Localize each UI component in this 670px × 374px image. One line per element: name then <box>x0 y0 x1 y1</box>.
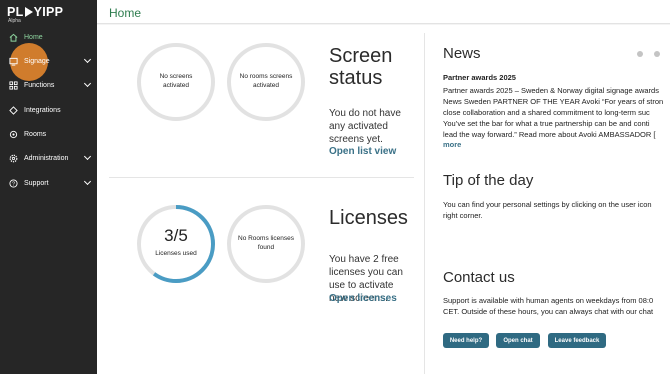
news-title: News <box>443 45 481 62</box>
signage-icon <box>8 56 18 66</box>
sidebar-item-label: Signage <box>24 57 50 65</box>
tip-line: You can find your personal settings by c… <box>443 200 652 209</box>
news-line: News Sweden PARTNER OF THE YEAR Avoki “F… <box>443 97 664 106</box>
page-title: Home <box>109 6 142 20</box>
gear-icon <box>8 153 18 163</box>
sidebar-item-integrations[interactable]: Integrations <box>0 100 97 120</box>
rooms-icon <box>8 129 18 139</box>
rooms-licenses-circle: No Rooms licenses found <box>227 205 305 283</box>
sidebar-item-rooms[interactable]: Rooms <box>0 124 97 144</box>
top-bar: Home <box>97 0 670 24</box>
screen-status-text: You do not have any activated screens ye… <box>329 108 401 145</box>
sidebar-item-label: Rooms <box>24 130 47 138</box>
leave-feedback-button[interactable]: Leave feedback <box>548 333 606 348</box>
need-help-button[interactable]: Need help? <box>443 333 489 348</box>
sidebar-item-label: Functions <box>24 81 55 89</box>
chevron-down-icon <box>83 177 92 186</box>
rooms-status-circle: No rooms screens activated <box>227 43 305 121</box>
news-headline: Partner awards 2025 <box>443 73 516 82</box>
sidebar-item-support[interactable]: ? Support <box>0 173 97 193</box>
chevron-down-icon <box>83 152 92 161</box>
open-chat-button[interactable]: Open chat <box>496 333 540 348</box>
sidebar-item-functions[interactable]: Functions <box>0 75 97 95</box>
contact-title: Contact us <box>443 269 515 286</box>
logo-text-right: YIPP <box>33 5 64 19</box>
chevron-down-icon <box>83 79 92 88</box>
sidebar: PL YIPP Alpha Home Signage Functions Int… <box>0 0 97 374</box>
sidebar-item-signage[interactable]: Signage <box>0 51 97 71</box>
help-icon: ? <box>8 178 18 188</box>
integrations-icon <box>8 105 18 115</box>
section-divider <box>109 177 414 178</box>
screens-status-text: No screens activated <box>159 73 193 89</box>
licenses-used-value: 3/5 Licenses used <box>137 226 215 257</box>
news-more-link[interactable]: more <box>443 140 461 151</box>
logo-subtitle: Alpha <box>8 18 21 24</box>
screen-status-title: Screen status <box>329 45 393 89</box>
carousel-dot[interactable] <box>637 51 643 57</box>
play-icon <box>24 7 33 17</box>
carousel-dot[interactable] <box>654 51 660 57</box>
licenses-used-count: 3/5 <box>164 226 188 245</box>
rooms-status-text: No rooms screens activated <box>239 73 293 89</box>
tip-title: Tip of the day <box>443 172 534 189</box>
svg-text:?: ? <box>12 181 15 187</box>
open-list-view-link[interactable]: Open list view <box>329 146 396 157</box>
contact-line: CET. Outside of these hours, you can alw… <box>443 307 654 316</box>
sidebar-item-administration[interactable]: Administration <box>0 148 97 168</box>
contact-line: Support is available with human agents o… <box>443 296 654 305</box>
sidebar-item-label: Home <box>24 33 43 41</box>
sidebar-item-home[interactable]: Home <box>0 27 97 47</box>
licenses-title: Licenses <box>329 207 408 229</box>
news-line: Partner awards 2025 – Sweden & Norway di… <box>443 86 659 95</box>
sidebar-item-label: Administration <box>24 154 69 162</box>
dashboard: No screens activated No rooms screens ac… <box>97 25 670 374</box>
chevron-down-icon <box>83 55 92 64</box>
licenses-used-label: Licenses used <box>155 250 197 257</box>
open-licenses-link[interactable]: Open licenses <box>329 293 397 304</box>
sidebar-item-label: Integrations <box>24 106 61 114</box>
screens-status-circle: No screens activated <box>137 43 215 121</box>
column-divider <box>424 33 425 374</box>
playipp-logo[interactable]: PL YIPP <box>7 5 63 19</box>
news-line: You’ve set the bar for what a true partn… <box>443 119 650 128</box>
home-icon <box>8 32 18 42</box>
tip-line: right corner. <box>443 211 483 220</box>
functions-icon <box>8 80 18 90</box>
sidebar-item-label: Support <box>24 179 49 187</box>
rooms-licenses-text: No Rooms licenses found <box>238 235 294 251</box>
news-line: lead the way forward.” Read more about A… <box>443 130 656 139</box>
news-line: close collaboration and a shared commitm… <box>443 108 650 117</box>
logo-text-left: PL <box>7 5 24 19</box>
